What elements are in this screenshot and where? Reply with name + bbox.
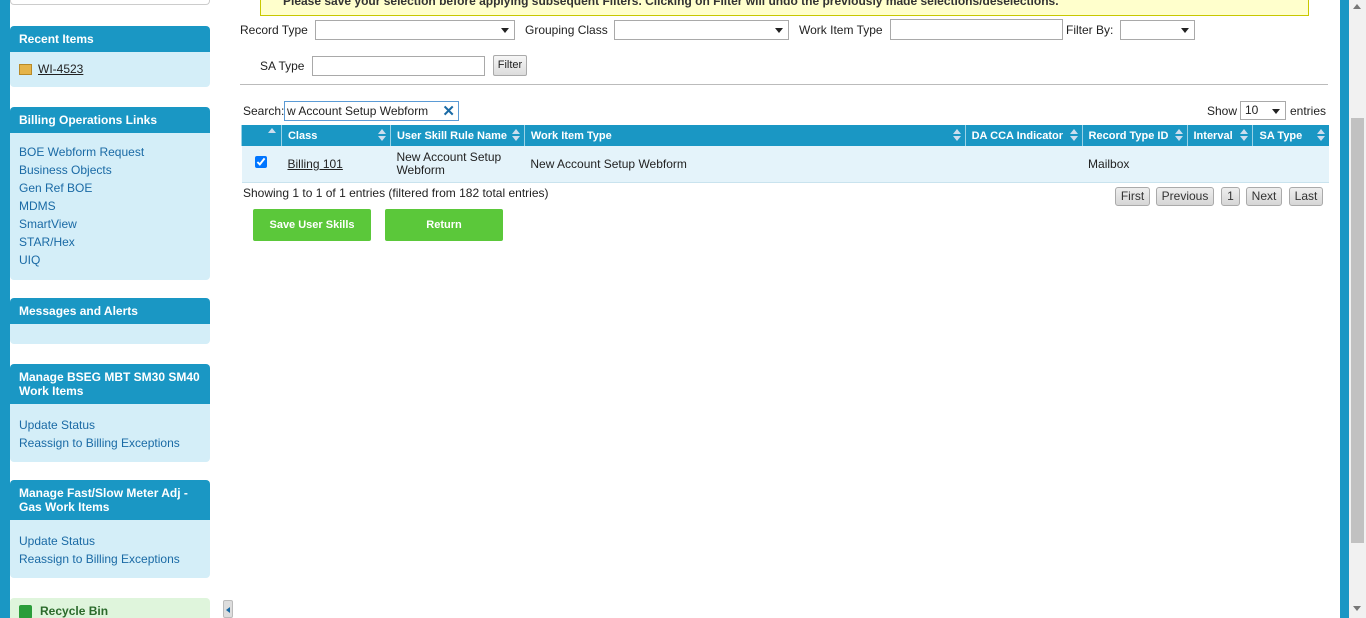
search-input[interactable]: w Account Setup Webform ✕ — [284, 101, 459, 121]
work-item-type-label: Work Item Type — [799, 23, 883, 37]
record-type-id-cell: Mailbox — [1082, 146, 1187, 183]
fastslow-update-status-link[interactable]: Update Status — [19, 532, 201, 550]
messages-body — [10, 324, 210, 344]
link-business-objects[interactable]: Business Objects — [19, 161, 201, 179]
last-page-button[interactable]: Last — [1289, 187, 1323, 206]
save-user-skills-button[interactable]: Save User Skills — [253, 209, 371, 241]
work-item-type-input[interactable] — [890, 19, 1063, 40]
page-scrollbar[interactable] — [1349, 0, 1366, 618]
recent-items-panel: Recent Items WI-4523 — [10, 26, 210, 87]
link-smartview[interactable]: SmartView — [19, 215, 201, 233]
class-cell: Billing 101 — [281, 146, 391, 183]
filter-by-select[interactable] — [1120, 20, 1195, 40]
row-select-cell — [241, 146, 282, 183]
recycle-bin-panel: Recycle Bin — [10, 598, 210, 618]
recent-item-link[interactable]: WI-4523 — [38, 62, 83, 76]
class-link[interactable]: Billing 101 — [287, 157, 342, 171]
entries-label: entries — [1290, 104, 1327, 118]
work-item-type-cell: New Account Setup Webform — [524, 146, 966, 183]
interval-cell — [1187, 146, 1253, 183]
col-work-item-type[interactable]: Work Item Type — [523, 125, 966, 146]
user-skills-table: Class User Skill Rule Name Work Item Typ… — [241, 125, 1329, 183]
sort-up-icon — [268, 128, 276, 133]
divider — [240, 84, 1328, 85]
record-type-label: Record Type — [240, 23, 308, 37]
recycle-bin-title[interactable]: Recycle Bin — [40, 604, 108, 618]
da-cca-cell — [965, 146, 1083, 183]
col-record-type-id[interactable]: Record Type ID — [1081, 125, 1187, 146]
scroll-down-icon[interactable] — [1353, 606, 1361, 611]
col-da-cca-indicator[interactable]: DA CCA Indicator — [964, 125, 1083, 146]
clear-search-icon[interactable]: ✕ — [440, 102, 455, 120]
table-info: Showing 1 to 1 of 1 entries (filtered fr… — [243, 186, 549, 200]
bseg-panel: Manage BSEG MBT SM30 SM40 Work Items Upd… — [10, 364, 210, 462]
folder-icon — [19, 64, 32, 76]
filter-button[interactable]: Filter — [493, 55, 527, 76]
record-type-select[interactable] — [315, 20, 515, 40]
show-label: Show — [1207, 104, 1238, 118]
select-column-header[interactable] — [241, 125, 282, 146]
sort-icon — [1069, 129, 1078, 142]
fastslow-panel: Manage Fast/Slow Meter Adj - Gas Work It… — [10, 480, 210, 578]
col-interval[interactable]: Interval — [1186, 125, 1253, 146]
first-page-button[interactable]: First — [1115, 187, 1150, 206]
next-page-button[interactable]: Next — [1246, 187, 1282, 206]
fastslow-reassign-link[interactable]: Reassign to Billing Exceptions — [19, 550, 201, 568]
link-mdms[interactable]: MDMS — [19, 197, 201, 215]
fastslow-title: Manage Fast/Slow Meter Adj - Gas Work It… — [10, 480, 210, 520]
messages-title: Messages and Alerts — [10, 298, 210, 324]
sort-icon — [1317, 129, 1325, 142]
search-value: w Account Setup Webform — [287, 104, 429, 118]
sidebar-collapse-toggle[interactable] — [223, 600, 233, 618]
table-row: Billing 101 New Account Setup Webform New… — [241, 146, 1329, 183]
col-sa-type[interactable]: SA Type — [1252, 125, 1329, 146]
billing-links-title: Billing Operations Links — [10, 107, 210, 133]
link-star-hex[interactable]: STAR/Hex — [19, 233, 201, 251]
link-boe-webform[interactable]: BOE Webform Request — [19, 143, 201, 161]
page-size-value: 10 — [1245, 103, 1259, 117]
recent-items-title: Recent Items — [10, 26, 210, 52]
messages-panel: Messages and Alerts — [10, 298, 210, 344]
row-checkbox[interactable] — [255, 156, 268, 169]
scroll-up-icon[interactable] — [1353, 4, 1361, 9]
sa-type-label: SA Type — [260, 59, 305, 73]
scroll-thumb[interactable] — [1351, 118, 1364, 543]
rule-name-cell: New Account Setup Webform — [390, 146, 525, 183]
previous-page-button[interactable]: Previous — [1156, 187, 1214, 206]
sort-icon — [1240, 129, 1249, 142]
bseg-title: Manage BSEG MBT SM30 SM40 Work Items — [10, 364, 210, 404]
notice-banner: Please save your selection before applyi… — [260, 0, 1309, 16]
sa-type-cell — [1252, 146, 1329, 183]
recycle-bin-icon — [19, 604, 32, 618]
billing-links-panel: Billing Operations Links BOE Webform Req… — [10, 107, 210, 280]
col-class[interactable]: Class — [280, 125, 391, 146]
page-1-button[interactable]: 1 — [1221, 187, 1240, 206]
bseg-reassign-link[interactable]: Reassign to Billing Exceptions — [19, 434, 201, 452]
link-uiq[interactable]: UIQ — [19, 251, 201, 269]
bseg-update-status-link[interactable]: Update Status — [19, 416, 201, 434]
page-size-select[interactable]: 10 — [1240, 101, 1286, 120]
sort-icon — [1174, 129, 1183, 142]
link-gen-ref-boe[interactable]: Gen Ref BOE — [19, 179, 201, 197]
filter-by-label: Filter By: — [1066, 23, 1114, 37]
sa-type-input[interactable] — [312, 56, 485, 76]
sort-icon — [511, 129, 520, 142]
grouping-class-label: Grouping Class — [525, 23, 608, 37]
return-button[interactable]: Return — [385, 209, 503, 241]
grouping-class-select[interactable] — [614, 20, 789, 40]
search-label: Search: — [243, 104, 285, 118]
notice-text: Please save your selection before applyi… — [283, 0, 1059, 8]
col-user-skill-rule-name[interactable]: User Skill Rule Name — [389, 125, 525, 146]
sort-icon — [377, 129, 386, 142]
table-header-row: Class User Skill Rule Name Work Item Typ… — [241, 125, 1329, 146]
sort-icon — [952, 129, 961, 142]
